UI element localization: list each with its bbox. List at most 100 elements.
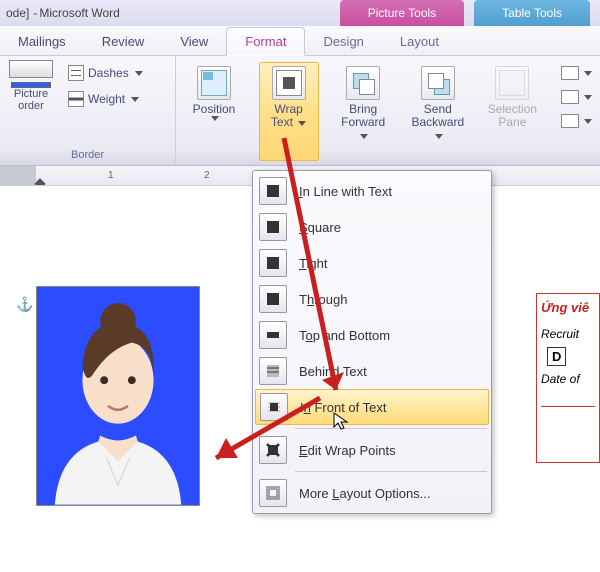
tab-review[interactable]: Review bbox=[84, 28, 163, 55]
send-backward-label-1: Send bbox=[424, 102, 452, 116]
selection-pane-label-1: Selection bbox=[488, 102, 537, 116]
wrap-text-button[interactable]: WrapText bbox=[259, 62, 319, 161]
ruler-number: 1 bbox=[108, 170, 114, 181]
contextual-tabs: Picture Tools Table Tools bbox=[340, 0, 600, 26]
menu-square-label: Square bbox=[299, 220, 341, 235]
editpoints-icon bbox=[259, 436, 287, 464]
topbottom-icon bbox=[259, 321, 287, 349]
border-group-label: Border bbox=[6, 147, 169, 163]
menu-behind-label: Behind Text bbox=[299, 364, 367, 379]
menu-behind-text[interactable]: Behind Text bbox=[255, 353, 489, 389]
tab-mailings[interactable]: Mailings bbox=[0, 28, 84, 55]
position-label: Position bbox=[193, 103, 236, 116]
selection-pane-label-2: Pane bbox=[498, 115, 526, 129]
border-group: Picture order Dashes Weight Border bbox=[0, 56, 176, 165]
infront-icon bbox=[260, 393, 288, 421]
selection-pane-button[interactable]: SelectionPane bbox=[482, 62, 542, 161]
behind-icon bbox=[259, 357, 287, 385]
tab-design[interactable]: Design bbox=[305, 28, 381, 55]
send-backward-label-2: Backward bbox=[411, 115, 464, 129]
menu-in-front-of-text[interactable]: In Front of Text bbox=[255, 389, 489, 425]
rotate-button[interactable] bbox=[561, 114, 592, 128]
bring-forward-label-1: Bring bbox=[349, 102, 377, 116]
wrap-text-label-1: Wrap bbox=[274, 102, 302, 116]
menu-through-label: Through bbox=[299, 292, 347, 307]
tab-view[interactable]: View bbox=[162, 28, 226, 55]
arrange-group: Position WrapText BringForward SendBackw… bbox=[176, 56, 600, 165]
wrap-text-label-2: Text bbox=[271, 115, 293, 129]
inline-icon bbox=[259, 177, 287, 205]
send-backward-icon bbox=[421, 66, 455, 100]
menu-top-and-bottom[interactable]: Top and Bottom bbox=[255, 317, 489, 353]
form-title: Ứng viê bbox=[541, 300, 595, 315]
align-icon bbox=[561, 66, 579, 80]
picture-border-label-2: order bbox=[18, 100, 44, 112]
picture-border-button[interactable]: Picture order bbox=[6, 60, 56, 112]
menu-inline-label: In Line with Text bbox=[299, 184, 392, 199]
send-backward-button[interactable]: SendBackward bbox=[408, 62, 468, 161]
tab-layout[interactable]: Layout bbox=[382, 28, 457, 55]
chevron-down-icon bbox=[131, 97, 139, 102]
app-name: Microsoft Word bbox=[39, 6, 119, 20]
table-tools-context: Table Tools bbox=[474, 0, 590, 26]
chevron-down-icon bbox=[135, 71, 143, 76]
picture-border-label-1: Picture bbox=[14, 88, 48, 100]
rotate-icon bbox=[561, 114, 579, 128]
position-button[interactable]: Position bbox=[184, 62, 244, 161]
menu-tight-label: Tight bbox=[299, 256, 327, 271]
title-bar: ode] - Microsoft Word Picture Tools Tabl… bbox=[0, 0, 600, 26]
bring-forward-button[interactable]: BringForward bbox=[333, 62, 393, 161]
dashes-label: Dashes bbox=[88, 66, 129, 80]
ribbon: Picture order Dashes Weight Border bbox=[0, 56, 600, 166]
dashes-button[interactable]: Dashes bbox=[64, 63, 147, 83]
weight-button[interactable]: Weight bbox=[64, 89, 147, 109]
form-divider bbox=[541, 406, 595, 407]
group-icon bbox=[561, 90, 579, 104]
bring-forward-icon bbox=[346, 66, 380, 100]
menu-through[interactable]: Through bbox=[255, 281, 489, 317]
tight-icon bbox=[259, 249, 287, 277]
selection-pane-icon bbox=[495, 66, 529, 100]
menu-tight[interactable]: Tight bbox=[255, 245, 489, 281]
menu-square[interactable]: Square bbox=[255, 209, 489, 245]
picture-border-swatch-icon bbox=[9, 60, 53, 78]
align-button[interactable] bbox=[561, 66, 592, 80]
form-recruit-label: Recruit bbox=[541, 327, 595, 341]
menu-separator bbox=[295, 471, 487, 472]
form-date-label: Date of bbox=[541, 372, 595, 386]
menu-more-layout-options[interactable]: More Layout Options... bbox=[255, 475, 489, 511]
square-icon bbox=[259, 213, 287, 241]
menu-inline-with-text[interactable]: In Line with Text bbox=[255, 173, 489, 209]
chevron-down-icon bbox=[584, 71, 592, 76]
morelayout-icon bbox=[259, 479, 287, 507]
position-icon bbox=[197, 66, 231, 100]
weight-label: Weight bbox=[88, 92, 125, 106]
anchor-icon: ⚓ bbox=[16, 296, 33, 313]
title-separator: - bbox=[33, 6, 37, 20]
chevron-down-icon bbox=[584, 119, 592, 124]
arrange-small-buttons bbox=[561, 66, 592, 161]
wrap-text-icon bbox=[272, 66, 306, 100]
ruler-number: 2 bbox=[204, 170, 210, 181]
chevron-down-icon bbox=[298, 121, 306, 126]
menu-more-label: More Layout Options... bbox=[299, 486, 431, 501]
document-mode-suffix: ode] bbox=[2, 6, 33, 20]
chevron-down-icon bbox=[360, 134, 368, 139]
tab-format[interactable]: Format bbox=[226, 27, 305, 56]
wrap-text-menu: In Line with Text Square Tight Through T… bbox=[252, 170, 492, 514]
ruler-indent-marker[interactable] bbox=[34, 178, 45, 186]
bring-forward-label-2: Forward bbox=[341, 115, 385, 129]
ruler-margin-shade bbox=[0, 166, 36, 185]
menu-topbottom-label: Top and Bottom bbox=[299, 328, 390, 343]
mouse-cursor-icon bbox=[332, 411, 352, 431]
inserted-photo[interactable] bbox=[36, 286, 200, 506]
form-textbox[interactable]: Ứng viê Recruit D Date of bbox=[536, 293, 600, 463]
ribbon-tabs: Mailings Review View Format Design Layou… bbox=[0, 26, 600, 56]
menu-separator bbox=[295, 428, 487, 429]
through-icon bbox=[259, 285, 287, 313]
group-button[interactable] bbox=[561, 90, 592, 104]
weight-icon bbox=[68, 91, 84, 107]
chevron-down-icon bbox=[584, 95, 592, 100]
menu-edit-wrap-points[interactable]: Edit Wrap Points bbox=[255, 432, 489, 468]
form-d-box: D bbox=[547, 347, 566, 366]
